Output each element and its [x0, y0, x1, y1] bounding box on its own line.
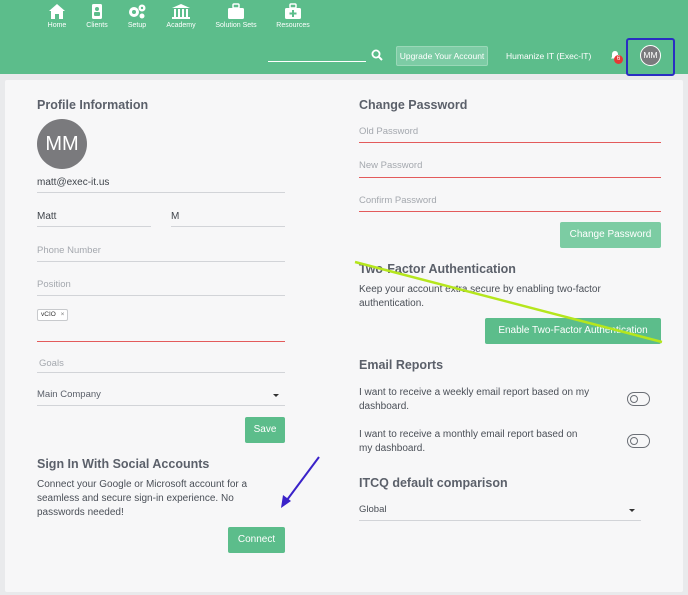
first-name-underline	[37, 226, 151, 227]
social-description-line: Connect your Google or Microsoft account…	[37, 479, 248, 490]
email-field[interactable]: matt@exec-it.us	[37, 177, 109, 188]
toggle-knob	[629, 436, 638, 445]
chevron-down-icon[interactable]	[629, 509, 635, 512]
search-icon[interactable]	[371, 49, 383, 61]
phone-underline	[37, 261, 285, 262]
last-name-field[interactable]: M	[171, 211, 179, 222]
change-password-button[interactable]: Change Password	[560, 222, 661, 248]
two-factor-description-line: Keep your account extra secure by enabli…	[359, 284, 601, 295]
nav-academy[interactable]: Academy	[156, 3, 206, 29]
nav-resources-label: Resources	[276, 22, 310, 29]
nav-solution-sets-label: Solution Sets	[215, 22, 257, 29]
clients-icon	[92, 4, 102, 19]
itcq-select-underline	[359, 520, 641, 521]
two-factor-section-title: Two-Factor Authentication	[359, 262, 516, 276]
social-description-line: seamless and secure sign-in experience. …	[37, 493, 234, 504]
confirm-password-field[interactable]: Confirm Password	[359, 195, 437, 206]
two-factor-description-line: authentication.	[359, 298, 425, 309]
tag-remove-icon[interactable]: ×	[61, 311, 65, 318]
first-aid-icon	[285, 3, 301, 19]
two-factor-description: Keep your account extra secure by enabli…	[359, 283, 601, 311]
nav-setup[interactable]: Setup	[112, 3, 162, 29]
old-password-underline	[359, 142, 661, 143]
user-avatar-button[interactable]: MM	[640, 45, 661, 66]
weekly-report-label-line: dashboard.	[359, 401, 410, 412]
monthly-report-label: I want to receive a monthly email report…	[359, 428, 577, 456]
notification-count-badge: 6	[614, 55, 623, 64]
weekly-report-label-line: I want to receive a weekly email report …	[359, 387, 590, 398]
profile-section-title: Profile Information	[37, 98, 149, 112]
save-button[interactable]: Save	[245, 417, 285, 443]
company-select[interactable]: Main Company	[37, 389, 101, 400]
social-section-title: Sign In With Social Accounts	[37, 457, 210, 471]
position-underline	[37, 295, 285, 296]
monthly-report-label-line: I want to receive a monthly email report…	[359, 429, 578, 440]
itcq-section-title: ITCQ default comparison	[359, 476, 508, 490]
weekly-report-label: I want to receive a weekly email report …	[359, 386, 589, 414]
monthly-report-toggle[interactable]	[627, 434, 650, 448]
last-name-underline	[171, 226, 285, 227]
enable-two-factor-button[interactable]: Enable Two-Factor Authentication	[485, 318, 661, 344]
nav-setup-label: Setup	[127, 22, 147, 29]
position-tag: vCIO ×	[37, 309, 69, 321]
tag-input-underline	[37, 341, 285, 342]
social-description: Connect your Google or Microsoft account…	[37, 478, 247, 520]
confirm-password-underline	[359, 211, 661, 212]
connect-button[interactable]: Connect	[228, 527, 285, 553]
goals-field[interactable]: Goals	[39, 358, 64, 369]
social-description-line: passwords needed!	[37, 507, 124, 518]
chevron-down-icon[interactable]	[273, 394, 279, 397]
gears-icon	[129, 4, 146, 19]
old-password-field[interactable]: Old Password	[359, 126, 418, 137]
phone-number-field[interactable]: Phone Number	[37, 245, 101, 256]
weekly-report-toggle[interactable]	[627, 392, 650, 406]
new-password-field[interactable]: New Password	[359, 160, 422, 171]
password-section-title: Change Password	[359, 98, 468, 112]
company-underline	[37, 405, 285, 406]
upgrade-account-button[interactable]: Upgrade Your Account	[396, 46, 488, 66]
email-reports-section-title: Email Reports	[359, 358, 444, 372]
profile-avatar[interactable]: MM	[37, 119, 87, 169]
first-name-field[interactable]: Matt	[37, 211, 56, 222]
nav-solution-sets[interactable]: Solution Sets	[211, 3, 261, 29]
monthly-report-label-line: my dashboard.	[359, 443, 426, 454]
search-input[interactable]	[268, 61, 366, 62]
position-tag-label: vCIO	[41, 311, 56, 318]
position-field[interactable]: Position	[37, 279, 71, 290]
goals-underline	[37, 372, 285, 373]
nav-resources[interactable]: Resources	[268, 3, 318, 29]
new-password-underline	[359, 177, 661, 178]
org-name[interactable]: Humanize IT (Exec-IT)	[506, 51, 591, 61]
email-field-underline	[37, 192, 285, 193]
home-icon	[49, 4, 65, 19]
briefcase-icon	[228, 3, 244, 19]
nav-academy-label: Academy	[166, 22, 196, 29]
toggle-knob	[629, 394, 638, 403]
academy-icon	[172, 4, 190, 19]
itcq-comparison-select[interactable]: Global	[359, 504, 386, 515]
top-navbar: Home Clients Setup Academy Solution Sets…	[0, 0, 688, 74]
